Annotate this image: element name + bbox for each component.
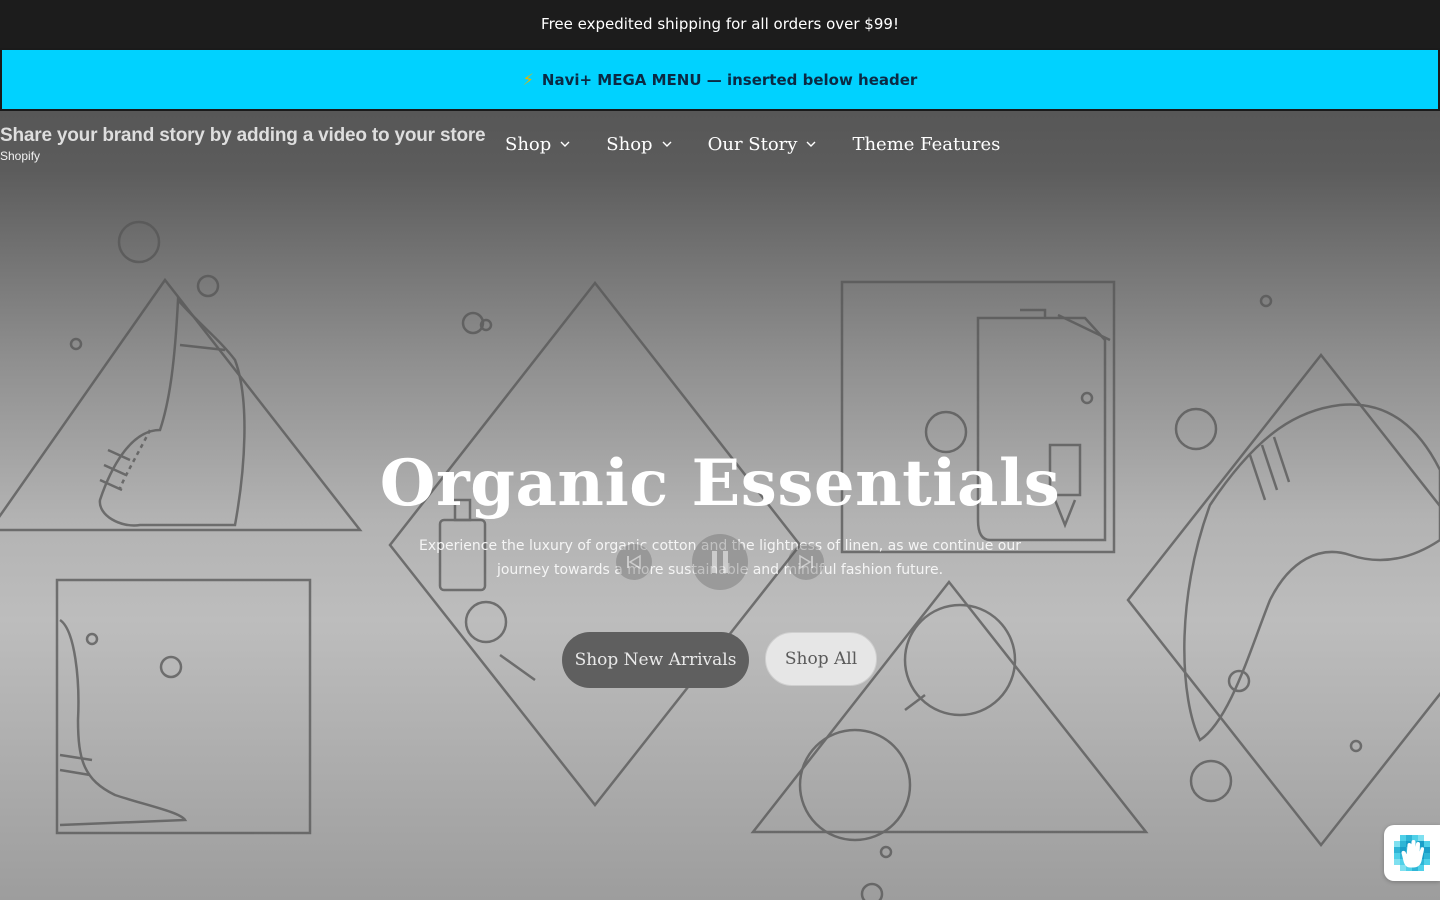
announcement-text: Free expedited shipping for all orders o… [541,15,899,33]
accessibility-widget[interactable] [1384,825,1440,881]
pause-icon[interactable] [692,534,748,590]
hero-buttons: Shop New Arrivals Shop All [562,632,877,688]
mega-menu-banner[interactable]: ⚡ Navi+ MEGA MENU — inserted below heade… [0,48,1440,111]
chevron-down-icon [806,140,816,151]
nav-item-our-story[interactable]: Our Story [708,134,817,155]
nav-item-label: Shop [606,133,653,155]
shop-new-arrivals-button[interactable]: Shop New Arrivals [562,632,749,688]
shop-all-button[interactable]: Shop All [765,632,877,686]
announcement-bar: Free expedited shipping for all orders o… [0,0,1440,48]
main-navigation: Shop Shop Our Story Theme Features [505,128,1036,160]
nav-item-label: Shop [505,133,552,155]
nav-item-shop-1[interactable]: Shop [505,134,570,155]
accessibility-hand-icon [1394,835,1430,871]
video-player-controls [614,532,834,592]
hero-title: Organic Essentials [379,446,1061,521]
previous-icon[interactable] [616,544,652,580]
video-overlay-title[interactable]: Share your brand story by adding a video… [0,124,486,164]
nav-item-label: Our Story [707,133,798,155]
next-icon[interactable] [788,544,824,580]
mega-menu-banner-text: Navi+ MEGA MENU — inserted below header [541,70,918,89]
chevron-down-icon [662,140,672,151]
lightning-bolt-icon: ⚡ [522,70,534,89]
nav-item-theme-features[interactable]: Theme Features [852,134,1000,155]
video-headline[interactable]: Share your brand story by adding a video… [0,124,486,148]
nav-item-label: Theme Features [852,133,1001,155]
chevron-down-icon [560,140,570,151]
video-channel-name[interactable]: Shopify [0,148,485,164]
nav-item-shop-2[interactable]: Shop [606,133,672,155]
